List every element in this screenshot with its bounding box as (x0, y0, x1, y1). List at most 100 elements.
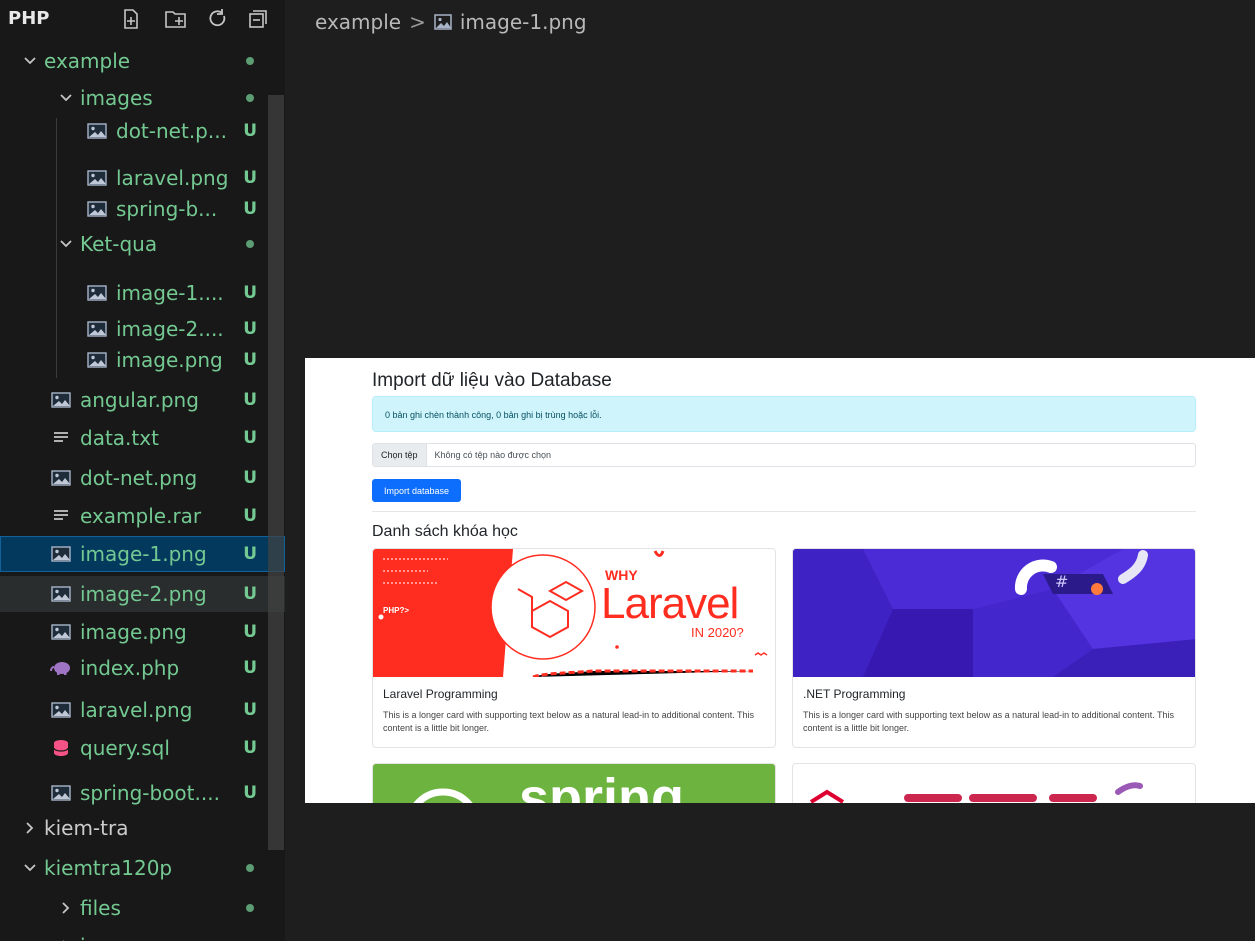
tree-folder-example[interactable]: example (0, 43, 285, 79)
image-file-icon (50, 784, 72, 802)
tree-item-label: kiemtra120p (44, 856, 173, 880)
tree-file-image-2-png[interactable]: image-2.png U (0, 576, 285, 612)
file-input: Chọn tệp Không có tệp nào được chọn (372, 443, 1196, 467)
tree-file-index-php[interactable]: index.php U (0, 650, 285, 686)
tree-folder-ket-qua[interactable]: Ket-qua (0, 226, 285, 262)
tree-item-label: laravel.png (116, 166, 229, 190)
git-untracked-badge: U (243, 428, 257, 448)
image-file-icon (86, 200, 108, 218)
image-file-icon (50, 391, 72, 409)
course-card-spring: spring (372, 763, 776, 803)
new-folder-icon[interactable] (163, 6, 189, 32)
new-file-icon[interactable] (118, 6, 144, 32)
git-untracked-badge: U (243, 506, 257, 526)
card-title: Laravel Programming (383, 687, 498, 701)
spring-wordmark: spring (519, 768, 685, 803)
tree-folder-kiem-tra[interactable]: kiem-tra (0, 810, 285, 846)
tree-item-label: spring-boot.... (80, 781, 220, 805)
tree-file-data-txt[interactable]: data.txt U (0, 420, 285, 456)
tree-item-label: dot-net.png (80, 466, 198, 490)
image-file-icon (434, 14, 452, 30)
git-untracked-badge: U (243, 319, 257, 339)
tree-file-example-rar[interactable]: example.rar U (0, 498, 285, 534)
git-changes-dot (246, 94, 254, 102)
tree-item-label: kiem-tra (44, 816, 129, 840)
tree-folder-images[interactable]: images (0, 928, 285, 941)
course-card-dotnet: # .NET Programming This is a longer card… (792, 548, 1196, 748)
chevron-down-icon[interactable] (20, 53, 40, 69)
image-file-icon (50, 701, 72, 719)
git-changes-dot (246, 864, 254, 872)
tree-file-laravel-png[interactable]: laravel.png U (0, 692, 285, 728)
image-file-icon (86, 284, 108, 302)
git-untracked-badge: U (243, 783, 257, 803)
laravel-wordmark: Laravel (601, 579, 739, 628)
dotnet-banner-image: # (793, 549, 1195, 677)
tree-file-dot-net-png[interactable]: dot-net.png U (0, 460, 285, 496)
text-file-icon (50, 507, 72, 525)
sidebar-scrollbar[interactable] (268, 95, 284, 850)
image-file-icon (50, 545, 72, 563)
git-untracked-badge: U (243, 584, 257, 604)
chevron-down-icon[interactable] (56, 90, 76, 106)
tree-item-label: angular.png (80, 388, 199, 412)
tree-file-dot-net-p[interactable]: dot-net.p... U (0, 113, 285, 149)
card-text: This is a longer card with supporting te… (383, 710, 755, 733)
tree-item-label: images (80, 86, 153, 110)
git-untracked-badge: U (243, 468, 257, 488)
card-title: .NET Programming (803, 687, 906, 701)
course-card-laravel: PHP?> WHY Laravel IN 2020? Laravel Progr… (372, 548, 776, 748)
chevron-down-icon[interactable] (56, 236, 76, 252)
git-untracked-badge: U (243, 738, 257, 758)
chevron-right-icon[interactable] (20, 820, 40, 836)
collapse-all-icon[interactable] (245, 6, 271, 32)
tree-file-angular-png[interactable]: angular.png U (0, 382, 285, 418)
tree-file-image-png[interactable]: image.png U (0, 342, 285, 378)
tree-item-label: Ket-qua (80, 232, 158, 256)
tree-item-label: image.png (80, 620, 187, 644)
git-untracked-badge: U (243, 390, 257, 410)
course-list-heading: Danh sách khóa học (372, 523, 518, 540)
breadcrumb-separator: > (409, 10, 426, 34)
git-untracked-badge: U (243, 700, 257, 720)
chevron-right-icon[interactable] (56, 900, 76, 916)
tree-folder-images[interactable]: images (0, 80, 285, 116)
image-preview: Import dữ liệu vào Database 0 bản ghi ch… (305, 358, 1255, 803)
tree-file-query-sql[interactable]: query.sql U (0, 730, 285, 766)
tree-folder-files[interactable]: files (0, 890, 285, 926)
divider (372, 511, 1196, 512)
breadcrumb-file[interactable]: image-1.png (460, 10, 587, 34)
breadcrumb-folder[interactable]: example (315, 10, 401, 34)
tree-file-image-1[interactable]: image-1.... U (0, 275, 285, 311)
git-changes-dot (246, 240, 254, 248)
image-file-icon (86, 169, 108, 187)
tree-item-label: spring-b... (116, 197, 218, 221)
tree-item-label: example (44, 49, 131, 73)
workspace-root-label[interactable]: PHP (8, 8, 49, 29)
tree-item-label: image-1.png (80, 542, 207, 566)
svg-text:#: # (1055, 572, 1068, 591)
card-text: This is a longer card with supporting te… (803, 710, 1175, 733)
tree-file-image-png[interactable]: image.png U (0, 614, 285, 650)
chevron-down-icon[interactable] (20, 860, 40, 876)
tree-item-label: query.sql (80, 736, 170, 760)
page-title: Import dữ liệu vào Database (372, 370, 612, 391)
tree-item-label: index.php (80, 656, 180, 680)
tree-item-label: image.png (116, 348, 223, 372)
php-tag-text: PHP?> (383, 606, 410, 615)
git-changes-dot (246, 904, 254, 912)
tree-file-spring-boot[interactable]: spring-boot.... U (0, 775, 285, 811)
refresh-icon[interactable] (205, 6, 231, 32)
tree-item-label: data.txt (80, 426, 159, 450)
git-untracked-badge: U (243, 544, 257, 564)
image-file-icon (50, 623, 72, 641)
git-untracked-badge: U (243, 622, 257, 642)
tree-file-image-1-png[interactable]: image-1.png U (0, 536, 285, 572)
tree-item-label: files (80, 896, 121, 920)
tree-file-spring-b[interactable]: spring-b... U (0, 191, 285, 227)
tree-item-label: image-2.png (80, 582, 207, 606)
tree-folder-kiemtra120p[interactable]: kiemtra120p (0, 850, 285, 886)
tree-item-label: image-1.... (116, 281, 224, 305)
laravel-banner-image: PHP?> WHY Laravel IN 2020? (373, 549, 775, 679)
file-status-text: Không có tệp nào được chọn (434, 450, 552, 460)
